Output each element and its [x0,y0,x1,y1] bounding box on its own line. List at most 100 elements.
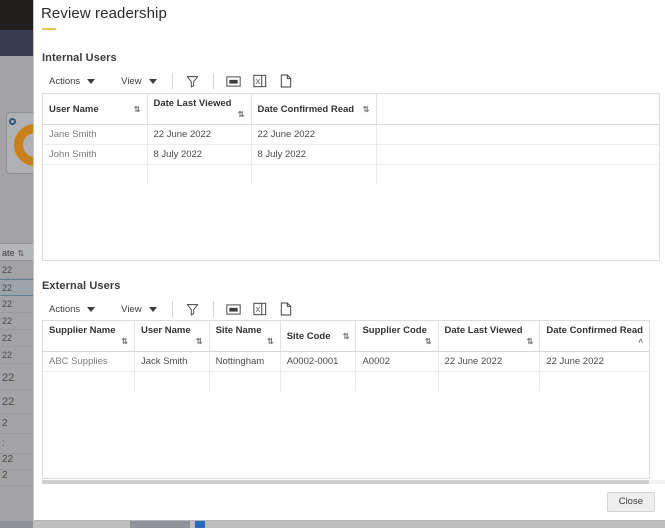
table-cell: A0002 [355,351,439,372]
filter-icon[interactable] [182,299,204,319]
internal-users-grid[interactable]: User Name ⇅ Date Last Viewed ⇅ Date Confirme… [42,93,660,261]
column-header-date-confirmed-read[interactable]: Date Confirmed Read ˄ [539,321,649,352]
column-header-label: User Name [49,103,99,115]
actions-menu-internal[interactable]: Actions [43,73,101,90]
actions-menu-label: Actions [49,303,81,315]
background-table-row: 22 [0,390,33,414]
background-table-row: 22 [0,296,33,313]
taskbar-seg-left [0,521,33,528]
table-cell-empty [147,164,252,184]
sort-icon[interactable]: ˄ [638,336,643,347]
table-cell-empty [355,371,439,391]
table-body: ABC Supplies Jack Smith Nottingham A0002-00… [43,351,649,392]
chevron-down-icon [87,306,96,312]
title-accent-underline [42,28,56,30]
column-header-user-name[interactable]: User Name ⇅ [43,94,148,125]
column-header-label: Date Confirmed Read [546,325,643,336]
background-table-row: 2 [0,414,33,434]
chevron-down-icon [148,78,157,84]
table-cell: 22 June 2022 [251,124,377,145]
sort-icon[interactable]: ⇅ [238,109,245,120]
chevron-down-icon [148,306,157,312]
table-row-empty [43,371,649,392]
table-cell-empty [43,371,135,391]
sort-icon[interactable]: ⇅ [134,104,141,115]
table-row[interactable]: John Smith 8 July 2022 8 July 2022 [43,144,659,165]
internal-users-table: User Name ⇅ Date Last Viewed ⇅ Date Confirme… [43,94,659,184]
view-menu-external[interactable]: View [115,301,162,318]
filter-icon[interactable] [182,71,204,91]
column-header-date-confirmed-read[interactable]: Date Confirmed Read ⇅ [251,94,377,125]
background-table-row: 22 [0,279,33,296]
table-cell-empty [540,372,649,392]
dialog-footer: Close [34,484,665,520]
column-header-site-name[interactable]: Site Name ⇅ [209,321,281,352]
actions-menu-external[interactable]: Actions [43,301,101,318]
export-excel-icon[interactable]: X [249,71,271,91]
column-header-label: Site Name [215,325,262,336]
external-users-grid[interactable]: Supplier Name ⇅ User Name ⇅ Site Name ⇅ Site C… [42,320,650,479]
taskbar-seg-mid [130,521,190,528]
info-circle-icon [9,118,16,125]
column-header-supplier-name[interactable]: Supplier Name ⇅ [43,321,135,352]
table-row-empty [43,164,659,185]
sort-icon[interactable]: ⇅ [121,336,128,347]
table-cell-empty [251,164,377,184]
column-header-supplier-code[interactable]: Supplier Code ⇅ [355,321,439,352]
table-cell: ABC Supplies [43,351,135,372]
table-cell: 22 June 2022 [438,351,541,372]
table-row[interactable]: Jane Smith 22 June 2022 22 June 2022 [43,124,659,145]
close-button[interactable]: Close [606,492,655,512]
column-header-date-last-viewed[interactable]: Date Last Viewed ⇅ [438,321,541,352]
dialog-body: Review readership Internal Users Actions… [34,0,665,484]
view-menu-label: View [121,303,142,315]
svg-text:X: X [255,79,260,86]
sort-icon[interactable]: ⇅ [267,336,274,347]
view-menu-label: View [121,75,142,87]
table-cell: Jane Smith [43,124,148,145]
section-heading-internal: Internal Users [42,52,117,64]
column-header-user-name[interactable]: User Name ⇅ [134,321,210,352]
export-csv-icon[interactable] [223,71,245,91]
toolbar-external: Actions View X [43,298,297,320]
table-header-row: User Name ⇅ Date Last Viewed ⇅ Date Confirme… [43,94,659,125]
actions-menu-label: Actions [49,75,81,87]
table-cell: Jack Smith [134,351,210,372]
table-row[interactable]: ABC Supplies Jack Smith Nottingham A0002-00… [43,351,649,372]
column-header-label: Supplier Code [362,325,427,336]
sort-icon[interactable]: ⇅ [527,336,534,347]
table-cell-empty [438,371,541,391]
table-body: Jane Smith 22 June 2022 22 June 2022 John S… [43,124,659,185]
toolbar-internal: Actions View X [43,70,297,92]
sort-icon[interactable]: ⇅ [343,331,350,342]
table-cell-empty [376,165,659,185]
background-navbar [0,30,33,56]
toolbar-divider [171,301,173,317]
view-menu-internal[interactable]: View [115,73,162,90]
column-header-date-last-viewed[interactable]: Date Last Viewed ⇅ [147,94,252,125]
column-header-label: Date Last Viewed [153,98,232,109]
svg-text:X: X [255,307,260,314]
column-header-site-code[interactable]: Site Code ⇅ [280,321,357,352]
sort-icon[interactable]: ⇅ [425,336,432,347]
table-cell-empty [134,371,210,391]
page-title: Review readership [41,5,167,22]
sort-icon[interactable]: ⇅ [196,336,203,347]
export-file-icon[interactable] [275,299,297,319]
background-topbar [0,0,33,30]
table-cell-empty [209,371,281,391]
taskbar-seg-accent [195,521,205,528]
export-file-icon[interactable] [275,71,297,91]
table-cell [376,144,659,165]
background-table-row: 22 [0,347,33,364]
column-header-blank[interactable] [376,94,659,125]
column-header-label: Date Last Viewed [444,325,523,336]
background-table-row: 22 [0,366,33,390]
toolbar-divider [212,73,214,89]
export-excel-icon[interactable]: X [249,299,271,319]
background-table-header: ate ⇅ [0,243,33,261]
background-table-row: 22 [0,330,33,347]
background-table-row: 22 [0,313,33,330]
export-csv-icon[interactable] [223,299,245,319]
sort-icon[interactable]: ⇅ [363,104,370,115]
